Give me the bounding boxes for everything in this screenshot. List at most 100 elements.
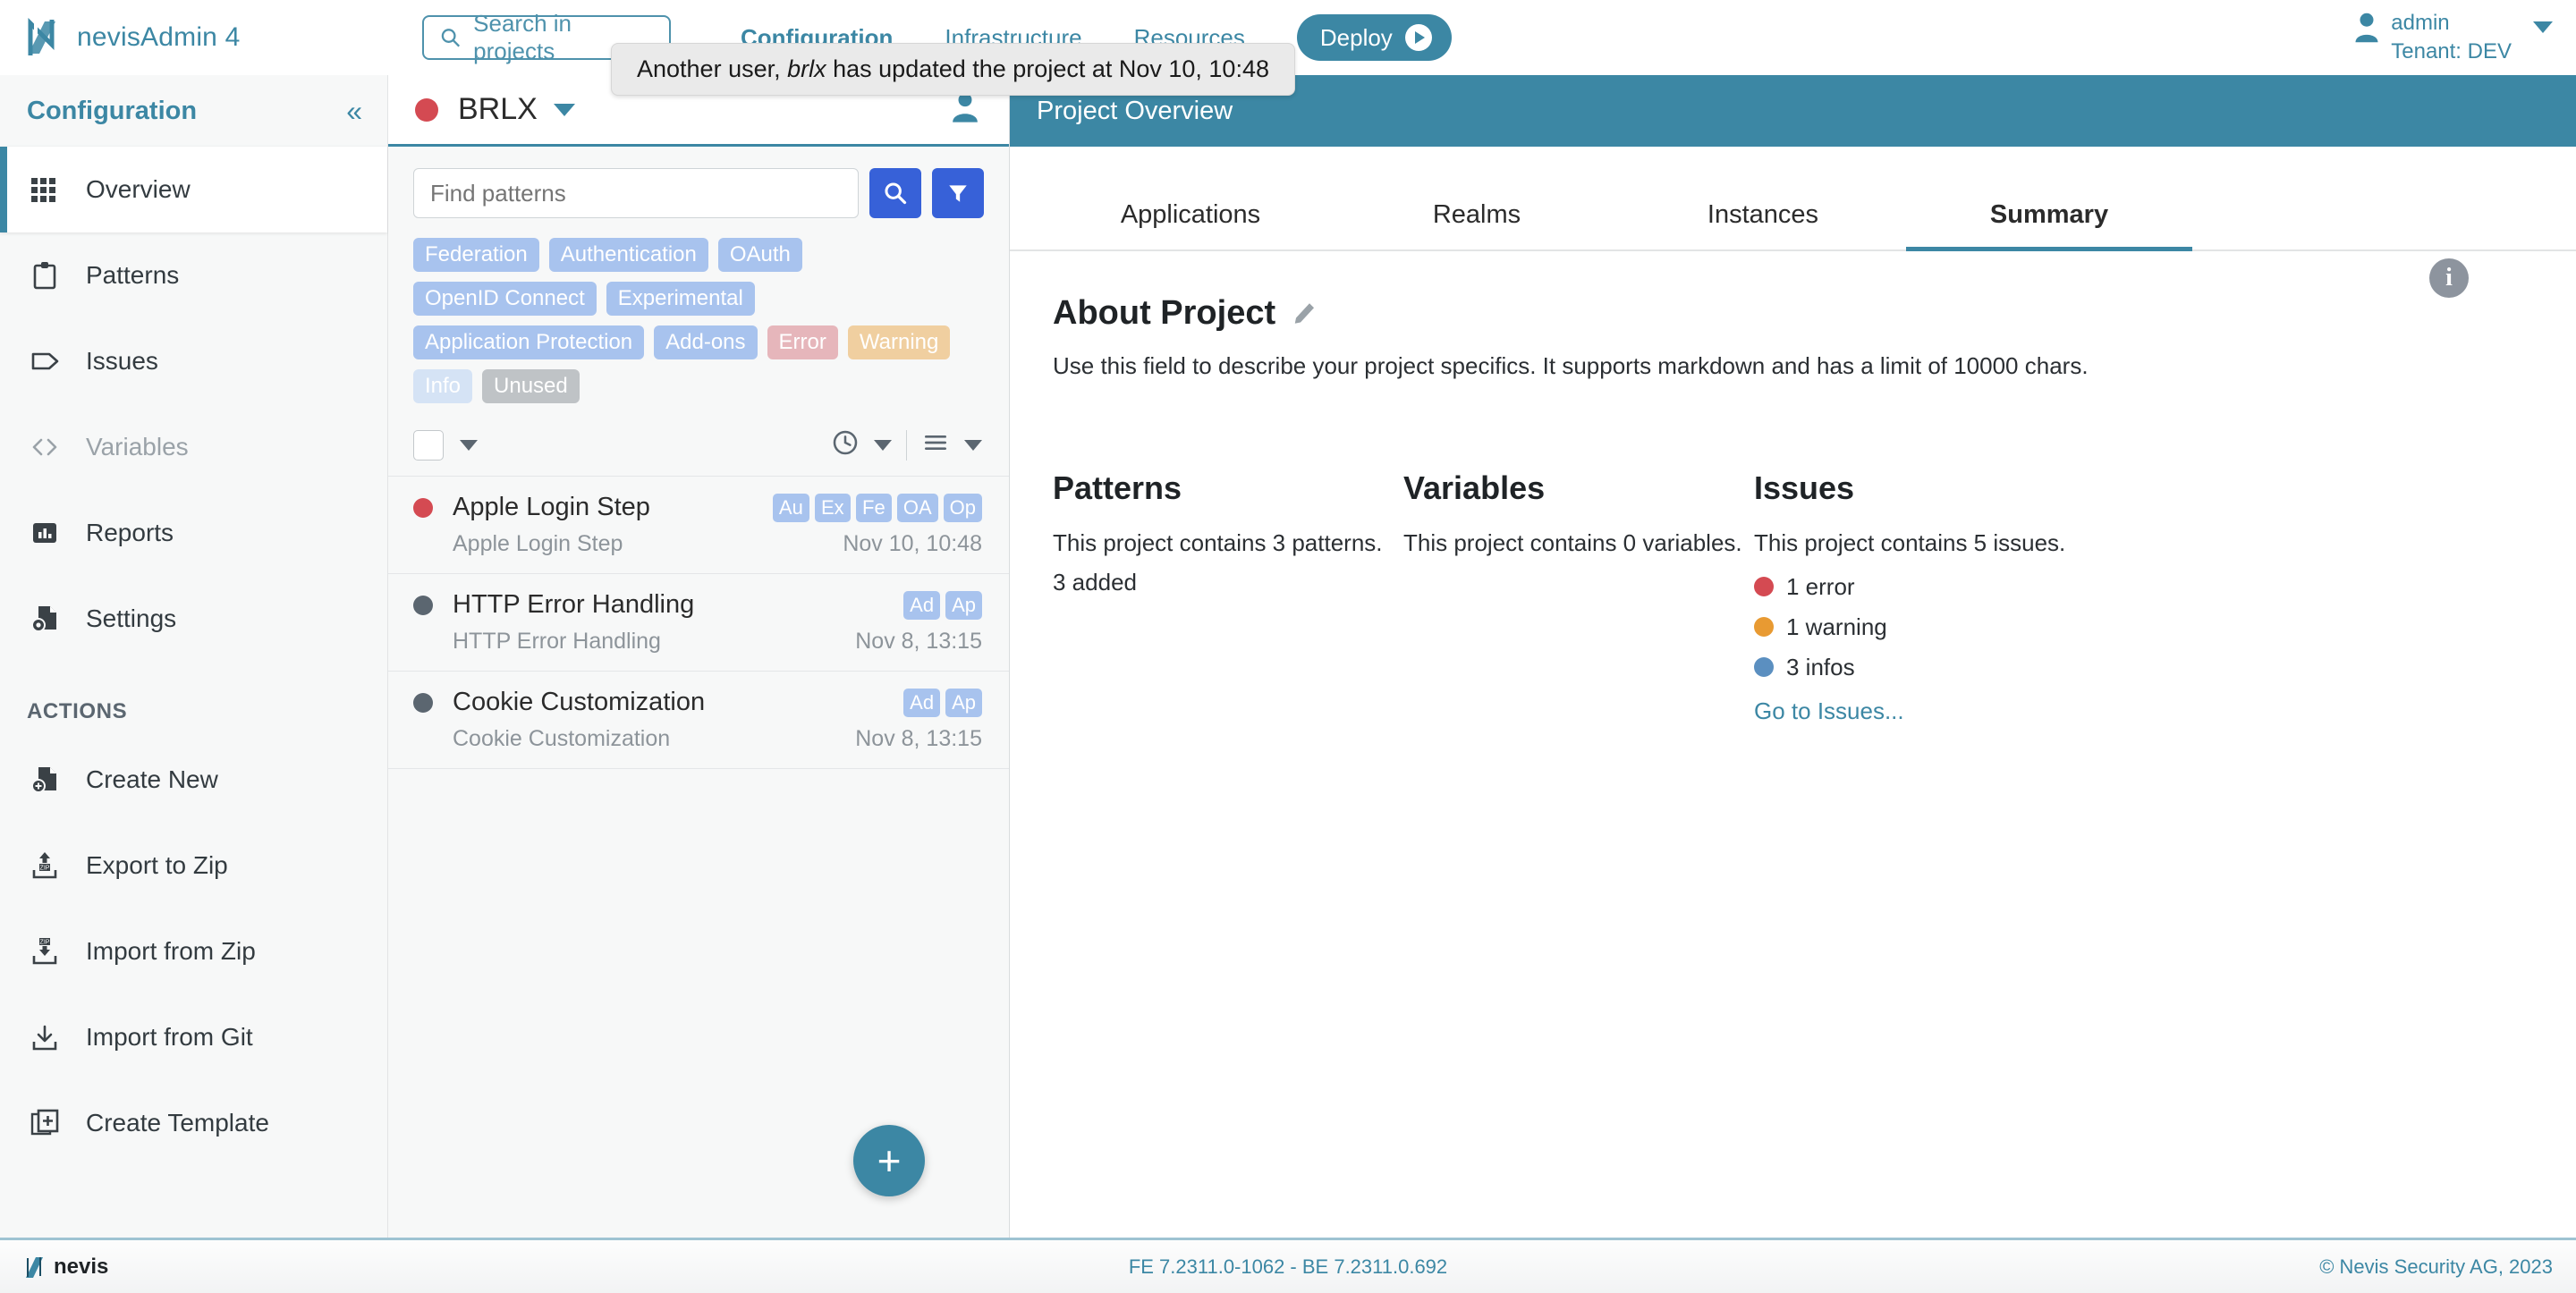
pattern-list-item[interactable]: Apple Login Step Au Ex Fe OA Op Apple Lo… [388, 477, 1009, 574]
sidebar-item-issues[interactable]: Issues [0, 318, 387, 404]
pattern-row-bottom: Apple Login Step Nov 10, 10:48 [413, 531, 982, 557]
pattern-list-toolbar-right [831, 428, 982, 461]
pattern-badges: Ad Ap [903, 590, 982, 620]
select-all-chevron-down-icon[interactable] [460, 439, 478, 451]
pattern-row-top: Cookie Customization Ad Ap [413, 688, 982, 717]
toast-username: brlx [787, 55, 826, 82]
chip-unused[interactable]: Unused [482, 369, 580, 403]
pattern-row-bottom: Cookie Customization Nov 8, 13:15 [413, 726, 982, 752]
chip-application-protection[interactable]: Application Protection [413, 325, 645, 359]
pattern-status-dot [413, 692, 433, 713]
footer-logo-text: nevis [54, 1254, 109, 1279]
find-patterns-input[interactable] [413, 168, 859, 218]
chip-error[interactable]: Error [767, 325, 838, 359]
deploy-button[interactable]: Deploy [1296, 14, 1452, 61]
chip-authentication[interactable]: Authentication [548, 238, 708, 272]
chip-federation[interactable]: Federation [413, 238, 539, 272]
footer: nevis FE 7.2311.0-1062 - BE 7.2311.0.692… [0, 1238, 2576, 1293]
patterns-column-title: Patterns [1053, 469, 1182, 506]
pattern-badge: Ap [945, 688, 982, 717]
sidebar-item-reports[interactable]: Reports [0, 490, 387, 576]
pattern-title: Apple Login Step [453, 493, 650, 521]
pattern-list: Apple Login Step Au Ex Fe OA Op Apple Lo… [388, 477, 1009, 1238]
summary-column-patterns: Patterns This project contains 3 pattern… [1053, 469, 1403, 725]
view-chevron-down-icon[interactable] [964, 439, 982, 451]
chip-add-ons[interactable]: Add-ons [654, 325, 758, 359]
file-plus-icon [27, 762, 63, 798]
tenant-label: Tenant: DEV [2391, 39, 2512, 63]
sidebar-action-import-from-git[interactable]: Import from Git [0, 994, 387, 1080]
select-all-checkbox[interactable] [413, 429, 444, 461]
chip-info[interactable]: Info [413, 369, 473, 403]
filter-button[interactable] [932, 168, 984, 218]
project-chevron-down-icon[interactable] [553, 103, 575, 116]
footer-copyright: © Nevis Security AG, 2023 [2319, 1255, 2553, 1278]
update-notification-toast: Another user, brlx has updated the proje… [611, 43, 1295, 96]
sort-chevron-down-icon[interactable] [874, 439, 892, 451]
list-view-icon[interactable] [921, 428, 950, 461]
sidebar-action-export-to-zip[interactable]: ZIP Export to Zip [0, 823, 387, 908]
summary-column-issues: Issues This project contains 5 issues. 1… [1754, 469, 2065, 725]
sidebar-item-settings[interactable]: Settings [0, 576, 387, 662]
toast-suffix: has updated the project at Nov 10, 10:48 [826, 55, 1269, 82]
go-to-issues-link[interactable]: Go to Issues... [1754, 697, 2065, 725]
pattern-status-dot [413, 595, 433, 615]
brand-name: nevisAdmin 4 [77, 22, 241, 52]
tab-realms[interactable]: Realms [1334, 200, 1620, 249]
tab-instances[interactable]: Instances [1620, 200, 1906, 249]
tab-summary[interactable]: Summary [1906, 200, 2192, 249]
app-root: nevisAdmin 4 Search in projects Configur… [0, 0, 2576, 1293]
chevron-down-icon[interactable] [2533, 21, 2553, 33]
issue-count-info: 3 infos [1754, 654, 2065, 681]
pattern-badges: Au Ex Fe OA Op [772, 493, 982, 522]
search-button[interactable] [869, 168, 921, 218]
pattern-list-item[interactable]: Cookie Customization Ad Ap Cookie Custom… [388, 672, 1009, 769]
pattern-list-item[interactable]: HTTP Error Handling Ad Ap HTTP Error Han… [388, 574, 1009, 672]
variables-column-line1: This project contains 0 variables. [1403, 529, 1742, 556]
grid-icon [27, 172, 63, 207]
pattern-badge: Op [943, 493, 982, 522]
pattern-list-toolbar [388, 403, 1009, 477]
sidebar-header: Configuration « [0, 75, 387, 147]
sidebar-action-label-import-from-git: Import from Git [86, 1023, 253, 1051]
info-icon[interactable]: i [2429, 258, 2469, 298]
project-members-icon[interactable] [950, 91, 980, 128]
sidebar-action-label-create-template: Create Template [86, 1109, 269, 1137]
chip-oauth[interactable]: OAuth [717, 238, 802, 272]
sidebar-action-create-new[interactable]: Create New [0, 737, 387, 823]
chip-warning[interactable]: Warning [847, 325, 951, 359]
chip-openid-connect[interactable]: OpenID Connect [413, 282, 597, 316]
sidebar-item-label-overview: Overview [86, 175, 191, 203]
pattern-date: Nov 8, 13:15 [855, 726, 982, 751]
about-project-description: Use this field to describe your project … [1053, 352, 2089, 379]
sort-by-time-icon[interactable] [831, 428, 860, 461]
copy-plus-icon [27, 1105, 63, 1141]
pattern-badge: Fe [855, 493, 892, 522]
pattern-subtitle: Cookie Customization [453, 726, 671, 751]
main-content: Project Overview Applications Realms Ins… [1010, 75, 2576, 1238]
tab-applications[interactable]: Applications [1047, 200, 1334, 249]
sidebar-action-label-export-to-zip: Export to Zip [86, 851, 228, 879]
pattern-subtitle: Apple Login Step [453, 531, 623, 556]
info-dot-icon [1754, 657, 1774, 678]
about-project-title: About Project [1053, 294, 1276, 332]
brand-logo-area[interactable]: nevisAdmin 4 [0, 18, 388, 57]
add-pattern-fab[interactable]: + [853, 1125, 925, 1196]
chip-experimental[interactable]: Experimental [606, 282, 755, 316]
issue-count-warning-label: 1 warning [1786, 613, 1887, 640]
user-menu[interactable]: admin Tenant: DEV [2353, 9, 2553, 67]
issue-count-error-label: 1 error [1786, 572, 1855, 600]
sidebar-action-label-import-from-zip: Import from Zip [86, 937, 256, 965]
sidebar-item-patterns[interactable]: Patterns [0, 232, 387, 318]
edit-pencil-icon[interactable] [1292, 298, 1318, 329]
pattern-badge: OA [896, 493, 938, 522]
collapse-sidebar-icon[interactable]: « [346, 97, 362, 125]
sidebar-item-variables[interactable]: Variables [0, 404, 387, 490]
summary-panel: About Project Use this field to describe… [1010, 251, 2576, 1238]
sidebar-title: Configuration [27, 96, 198, 125]
sidebar-action-import-from-zip[interactable]: ZIP Import from Zip [0, 908, 387, 994]
sidebar-item-overview[interactable]: Overview [0, 147, 387, 232]
sidebar-action-label-create-new: Create New [86, 765, 218, 793]
sidebar-action-create-template[interactable]: Create Template [0, 1080, 387, 1166]
tag-icon [27, 343, 63, 379]
